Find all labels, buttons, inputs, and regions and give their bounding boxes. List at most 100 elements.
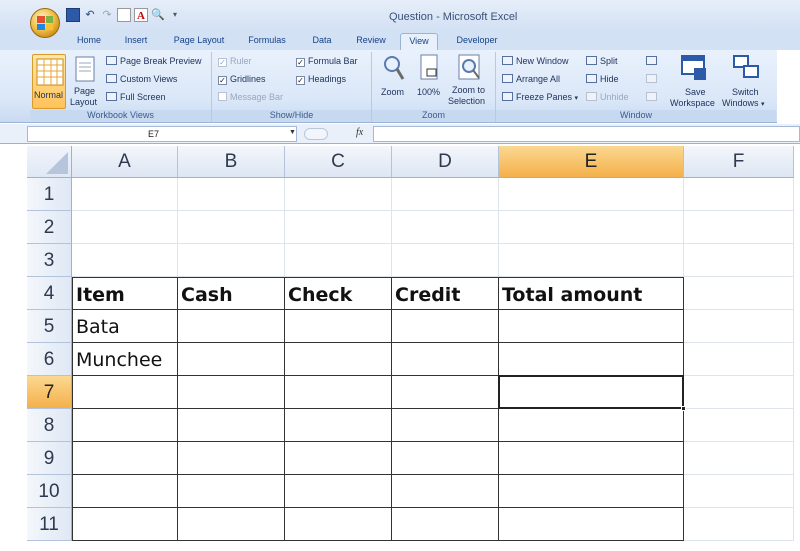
cell-c5[interactable] xyxy=(285,310,392,343)
cell-a6[interactable]: Munchee xyxy=(72,343,178,376)
row-header-2[interactable]: 2 xyxy=(27,211,72,244)
cell-f9[interactable] xyxy=(684,442,794,475)
message-bar-checkbox[interactable]: Message Bar xyxy=(218,92,283,102)
cell-a9[interactable] xyxy=(72,442,178,475)
cell-f3[interactable] xyxy=(684,244,794,277)
new-window-button[interactable]: New Window xyxy=(502,56,569,66)
cell-f2[interactable] xyxy=(684,211,794,244)
arrange-all-button[interactable]: Arrange All xyxy=(502,74,560,84)
redo-icon[interactable]: ↷ xyxy=(100,8,114,22)
column-header-d[interactable]: D xyxy=(392,146,499,178)
select-all-corner[interactable] xyxy=(27,146,72,178)
zoom-to-selection-button[interactable]: Zoom to Selection xyxy=(448,54,492,106)
row-header-7[interactable]: 7 xyxy=(27,376,72,409)
cell-e3[interactable] xyxy=(499,244,684,277)
cell-a7[interactable] xyxy=(72,376,178,409)
page-layout-button[interactable]: Page Layout xyxy=(70,56,100,111)
insert-function-icon[interactable]: fx xyxy=(356,127,363,138)
tab-view[interactable]: View xyxy=(400,33,438,50)
cell-c4[interactable]: Check xyxy=(285,277,392,310)
row-header-6[interactable]: 6 xyxy=(27,343,72,376)
tab-review[interactable]: Review xyxy=(350,33,392,50)
zoom-button[interactable]: Zoom xyxy=(378,54,410,104)
cell-f1[interactable] xyxy=(684,178,794,211)
cell-b1[interactable] xyxy=(178,178,285,211)
cell-d3[interactable] xyxy=(392,244,499,277)
cell-d1[interactable] xyxy=(392,178,499,211)
print-preview-icon[interactable]: 🔍 xyxy=(151,8,165,22)
formula-input[interactable] xyxy=(373,126,800,142)
row-header-10[interactable]: 10 xyxy=(27,475,72,508)
cell-f11[interactable] xyxy=(684,508,794,541)
cell-e4[interactable]: Total amount xyxy=(499,277,684,310)
cell-c10[interactable] xyxy=(285,475,392,508)
normal-view-button[interactable]: Normal xyxy=(32,54,66,109)
cell-f8[interactable] xyxy=(684,409,794,442)
tab-page-layout[interactable]: Page Layout xyxy=(168,33,230,50)
ruler-checkbox[interactable]: ✓ Ruler xyxy=(218,56,252,67)
zoom-100-button[interactable]: 100% xyxy=(414,54,444,104)
cell-f5[interactable] xyxy=(684,310,794,343)
column-header-c[interactable]: C xyxy=(285,146,392,178)
cell-d5[interactable] xyxy=(392,310,499,343)
new-document-icon[interactable] xyxy=(117,8,131,22)
headings-checkbox[interactable]: ✓ Headings xyxy=(296,74,346,85)
cell-b2[interactable] xyxy=(178,211,285,244)
customize-qat-icon[interactable]: ▾ xyxy=(168,8,182,22)
tab-insert[interactable]: Insert xyxy=(117,33,155,50)
cell-e7[interactable] xyxy=(499,376,684,409)
synchronous-scrolling-icon[interactable] xyxy=(646,74,657,83)
cell-c2[interactable] xyxy=(285,211,392,244)
name-box[interactable]: E7 xyxy=(27,126,297,142)
cell-c3[interactable] xyxy=(285,244,392,277)
reset-window-position-icon[interactable] xyxy=(646,92,657,101)
cell-b10[interactable] xyxy=(178,475,285,508)
tab-data[interactable]: Data xyxy=(306,33,338,50)
cell-b7[interactable] xyxy=(178,376,285,409)
row-header-1[interactable]: 1 xyxy=(27,178,72,211)
formula-cancel-icon[interactable] xyxy=(304,128,328,140)
cell-c1[interactable] xyxy=(285,178,392,211)
cell-e5[interactable] xyxy=(499,310,684,343)
cell-e2[interactable] xyxy=(499,211,684,244)
office-button[interactable] xyxy=(30,8,60,38)
cell-c7[interactable] xyxy=(285,376,392,409)
tab-home[interactable]: Home xyxy=(70,33,108,50)
cell-b8[interactable] xyxy=(178,409,285,442)
row-header-9[interactable]: 9 xyxy=(27,442,72,475)
cell-e10[interactable] xyxy=(499,475,684,508)
cell-d4[interactable]: Credit xyxy=(392,277,499,310)
row-header-11[interactable]: 11 xyxy=(27,508,72,541)
font-color-icon[interactable]: A xyxy=(134,8,148,22)
cell-a8[interactable] xyxy=(72,409,178,442)
cell-c9[interactable] xyxy=(285,442,392,475)
freeze-panes-button[interactable]: Freeze Panes ▾ xyxy=(502,92,578,102)
cell-b4[interactable]: Cash xyxy=(178,277,285,310)
save-workspace-button[interactable]: Save Workspace xyxy=(668,54,720,108)
cell-c6[interactable] xyxy=(285,343,392,376)
hide-button[interactable]: Hide xyxy=(586,74,619,84)
cell-a1[interactable] xyxy=(72,178,178,211)
cell-a2[interactable] xyxy=(72,211,178,244)
row-header-8[interactable]: 8 xyxy=(27,409,72,442)
full-screen-button[interactable]: Full Screen xyxy=(106,92,166,102)
split-button[interactable]: Split xyxy=(586,56,618,66)
cell-b6[interactable] xyxy=(178,343,285,376)
cell-a4[interactable]: Item xyxy=(72,277,178,310)
save-icon[interactable] xyxy=(66,8,80,22)
column-header-e[interactable]: E xyxy=(499,146,684,178)
formula-bar-checkbox[interactable]: ✓ Formula Bar xyxy=(296,56,358,67)
tab-formulas[interactable]: Formulas xyxy=(242,33,292,50)
column-header-f[interactable]: F xyxy=(684,146,794,178)
page-break-preview-button[interactable]: Page Break Preview xyxy=(106,56,202,66)
name-box-dropdown-icon[interactable]: ▼ xyxy=(289,129,296,136)
cell-c8[interactable] xyxy=(285,409,392,442)
cell-d10[interactable] xyxy=(392,475,499,508)
cell-f6[interactable] xyxy=(684,343,794,376)
column-header-b[interactable]: B xyxy=(178,146,285,178)
undo-icon[interactable]: ↶ xyxy=(83,8,97,22)
tab-developer[interactable]: Developer xyxy=(448,33,506,50)
cell-e9[interactable] xyxy=(499,442,684,475)
cell-d7[interactable] xyxy=(392,376,499,409)
cell-d9[interactable] xyxy=(392,442,499,475)
